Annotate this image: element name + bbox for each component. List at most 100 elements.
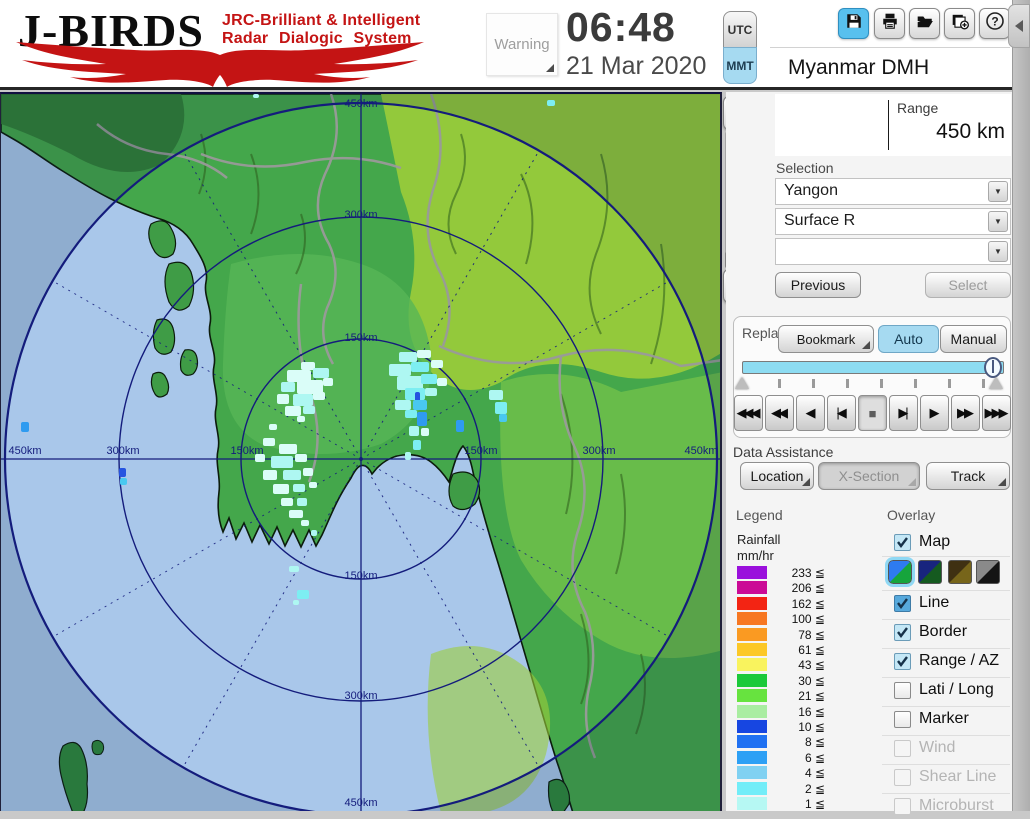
timeline-start-marker[interactable] [735,377,749,389]
range-display: Range 450 km [775,94,1011,156]
track-button[interactable]: Track [926,462,1010,490]
overlay-item-label: Range / AZ [919,652,1000,669]
legend-color-swatch [737,627,767,641]
timeline-tick [948,379,951,388]
overlay-item-label: Shear Line [919,768,997,785]
play-button[interactable]: ▶ [920,395,949,431]
control-panel: Range 450 km Selection Yangon ▼ Surface … [726,92,1012,815]
overlay-item-label: Wind [919,739,956,756]
location-button[interactable]: Location [740,462,814,490]
replay-slider-handle[interactable] [984,357,1002,378]
overlay-item-label: Map [919,533,951,550]
help-icon: ? [985,11,1005,36]
range-value: 450 km [936,120,1005,143]
legend-value: 4 ≦ [804,766,825,781]
add-view-button[interactable] [944,8,975,39]
previous-button[interactable]: Previous [775,272,861,298]
legend-row: 61 ≦ [737,643,847,657]
legend-value: 162 ≦ [791,596,825,611]
timeline-tick [812,379,815,388]
svg-text:?: ? [991,15,998,29]
legend-row: 1 ≦ [737,797,847,811]
header-bar: J-BIRDS JRC-Brilliant & Intelligent Rada… [0,0,1030,90]
map-style-swatch-2[interactable] [918,560,942,584]
timezone-mmt-button[interactable]: MMT [723,47,757,84]
checkbox[interactable] [894,740,911,757]
legend-value: 8 ≦ [804,735,825,750]
legend-color-swatch [737,750,767,764]
chevron-down-icon[interactable]: ▼ [988,181,1008,202]
legend-value: 61 ≦ [798,643,825,657]
save-button[interactable] [838,8,869,39]
legend-color-swatch [737,673,767,687]
fast-forward-3-button[interactable]: ▶▶▶ [982,395,1011,431]
stop-button[interactable]: ■ [858,395,887,431]
overlay-item-line: Line [882,590,1010,616]
timezone-utc-button[interactable]: UTC [723,11,757,48]
select-button[interactable]: Select [925,272,1011,298]
step-back-button[interactable]: |◀ [827,395,856,431]
chevron-down-icon[interactable]: ▼ [988,241,1008,262]
timeline-end-marker[interactable] [989,377,1003,389]
x-section-button[interactable]: X-Section [818,462,920,490]
bookmark-button[interactable]: Bookmark [778,325,874,353]
overlay-item-wind: Wind [882,735,1010,761]
replay-manual-button[interactable]: Manual [940,325,1007,353]
legend-value: 233 ≦ [791,566,825,580]
legend-row: 100 ≦ [737,612,847,626]
legend-row: 10 ≦ [737,720,847,734]
fast-rewind-2-button[interactable]: ◀◀ [765,395,794,431]
option-dropdown[interactable]: ▼ [775,238,1011,265]
legend-row: 233 ≦ [737,566,847,580]
step-forward-button[interactable]: ▶| [889,395,918,431]
legend-value: 16 ≦ [798,704,825,719]
timeline-tick [982,379,985,388]
radar-map[interactable]: 450km 300km 150km 150km 300km 450km 450km 300km… [0,92,722,811]
open-folder-icon [916,12,934,35]
legend-row: 206 ≦ [737,581,847,595]
checkbox[interactable] [894,624,911,641]
checkbox[interactable] [894,769,911,786]
checkbox[interactable] [894,682,911,699]
product-dropdown[interactable]: Surface R ▼ [775,208,1011,235]
help-button[interactable]: ? [979,8,1010,39]
warning-button[interactable]: Warning [486,13,558,76]
app-logo: J-BIRDS JRC-Brilliant & Intelligent Rada… [10,2,435,87]
fast-forward-2-button[interactable]: ▶▶ [951,395,980,431]
timeline-tick [778,379,781,388]
map-style-swatch-1[interactable] [885,557,915,587]
overlay-item-label: Marker [919,710,969,727]
legend-value: 6 ≦ [804,750,825,765]
replay-auto-button[interactable]: Auto [878,325,939,353]
open-button[interactable] [909,8,940,39]
map-style-swatch-3[interactable] [948,560,972,584]
chevron-down-icon[interactable]: ▼ [988,211,1008,232]
print-button[interactable] [874,8,905,39]
checkbox[interactable] [894,798,911,815]
replay-timeline-slider[interactable] [742,361,1004,374]
legend-value: 43 ≦ [798,658,825,673]
station-dropdown[interactable]: Yangon ▼ [775,178,1011,205]
play-reverse-button[interactable]: ◀ [796,395,825,431]
data-assistance-label: Data Assistance [733,444,834,460]
add-view-icon [951,12,969,35]
checkbox[interactable] [894,711,911,728]
overlay-item-border: Border [882,619,1010,645]
panel-collapse-tab[interactable] [1008,4,1030,48]
checkbox[interactable] [894,534,911,551]
map-style-swatch-4[interactable] [976,560,1000,584]
legend-color-swatch [737,781,767,795]
legend-unit-mmhr: mm/hr [737,548,774,563]
checkbox[interactable] [894,653,911,670]
timeline-tick [846,379,849,388]
legend-color-swatch [737,735,767,749]
panel-edge-strip [1012,0,1030,811]
collapse-arrow-icon [1015,20,1023,32]
legend-color-swatch [737,689,767,703]
legend-row: 43 ≦ [737,658,847,672]
checkbox[interactable] [894,595,911,612]
fast-rewind-3-button[interactable]: ◀◀◀ [734,395,763,431]
legend-value: 206 ≦ [791,581,825,596]
legend-color-swatch [737,658,767,672]
legend-value: 78 ≦ [798,627,825,642]
